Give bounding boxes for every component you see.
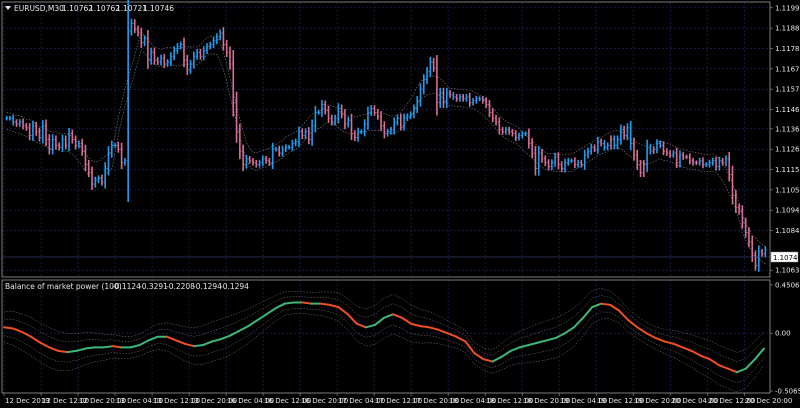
price-tick-label: 1.11885	[775, 25, 800, 33]
indicator-segment	[57, 349, 69, 354]
price-tick-label: 1.11990	[775, 4, 800, 12]
indicator-segment	[66, 349, 78, 354]
indicator-segment	[3, 326, 15, 330]
indicator-segment	[419, 325, 431, 329]
indicator-tick-label: 0.4506	[775, 282, 800, 290]
trading-chart-window[interactable]: EURUSD,M30 1.10762 1.10762 1.10721 1.107…	[0, 0, 800, 408]
price-tick-label: 1.11675	[775, 65, 800, 73]
indicator-segment	[319, 302, 331, 306]
price-tick-label: 1.11050	[775, 186, 800, 194]
indicator-name: Balance of market power (100)	[5, 282, 122, 291]
price-tick-label: 1.10840	[775, 227, 800, 235]
price-tick-label: 1.11260	[775, 146, 800, 154]
indicator-segment	[84, 346, 96, 350]
indicator-value: -0.1124	[112, 282, 141, 291]
symbol-label: EURUSD,M30	[14, 4, 64, 13]
price-tick-label: 1.10635	[775, 267, 800, 275]
price-tick-label: 1.11780	[775, 45, 800, 53]
indicator-value: -0.2208	[166, 282, 195, 291]
current-price-tag: 1.10746	[770, 251, 800, 263]
indicator-segment	[600, 302, 612, 306]
current-price-label: 1.10746	[773, 254, 800, 262]
price-tick-label: 1.11570	[775, 86, 800, 94]
indicator-segment	[102, 345, 114, 349]
indicator-tick-label: -0.5065	[775, 388, 800, 396]
indicator-tick-label: 0.00	[775, 330, 791, 338]
time-tick-label: 20 Dec 20:00	[745, 397, 792, 405]
price-tick-label: 1.11465	[775, 106, 800, 114]
indicator-segment	[111, 345, 123, 349]
price-tick-label: 1.11155	[775, 166, 800, 174]
indicator-segment	[283, 301, 295, 305]
indicator-value: -0.1294	[220, 282, 249, 291]
indicator-value: -0.3291	[139, 282, 168, 291]
indicator-title: Balance of market power (100) -0.1124 -0…	[5, 282, 249, 291]
indicator-value: -0.1294	[193, 282, 222, 291]
indicator-segment	[193, 344, 205, 348]
ohlc-close: 1.10746	[143, 4, 174, 13]
indicator-segment	[301, 301, 313, 305]
chart-title: EURUSD,M30 1.10762 1.10762 1.10721 1.107…	[5, 4, 174, 13]
price-tick-label: 1.10945	[775, 207, 800, 215]
price-tick-label: 1.11365	[775, 125, 800, 133]
